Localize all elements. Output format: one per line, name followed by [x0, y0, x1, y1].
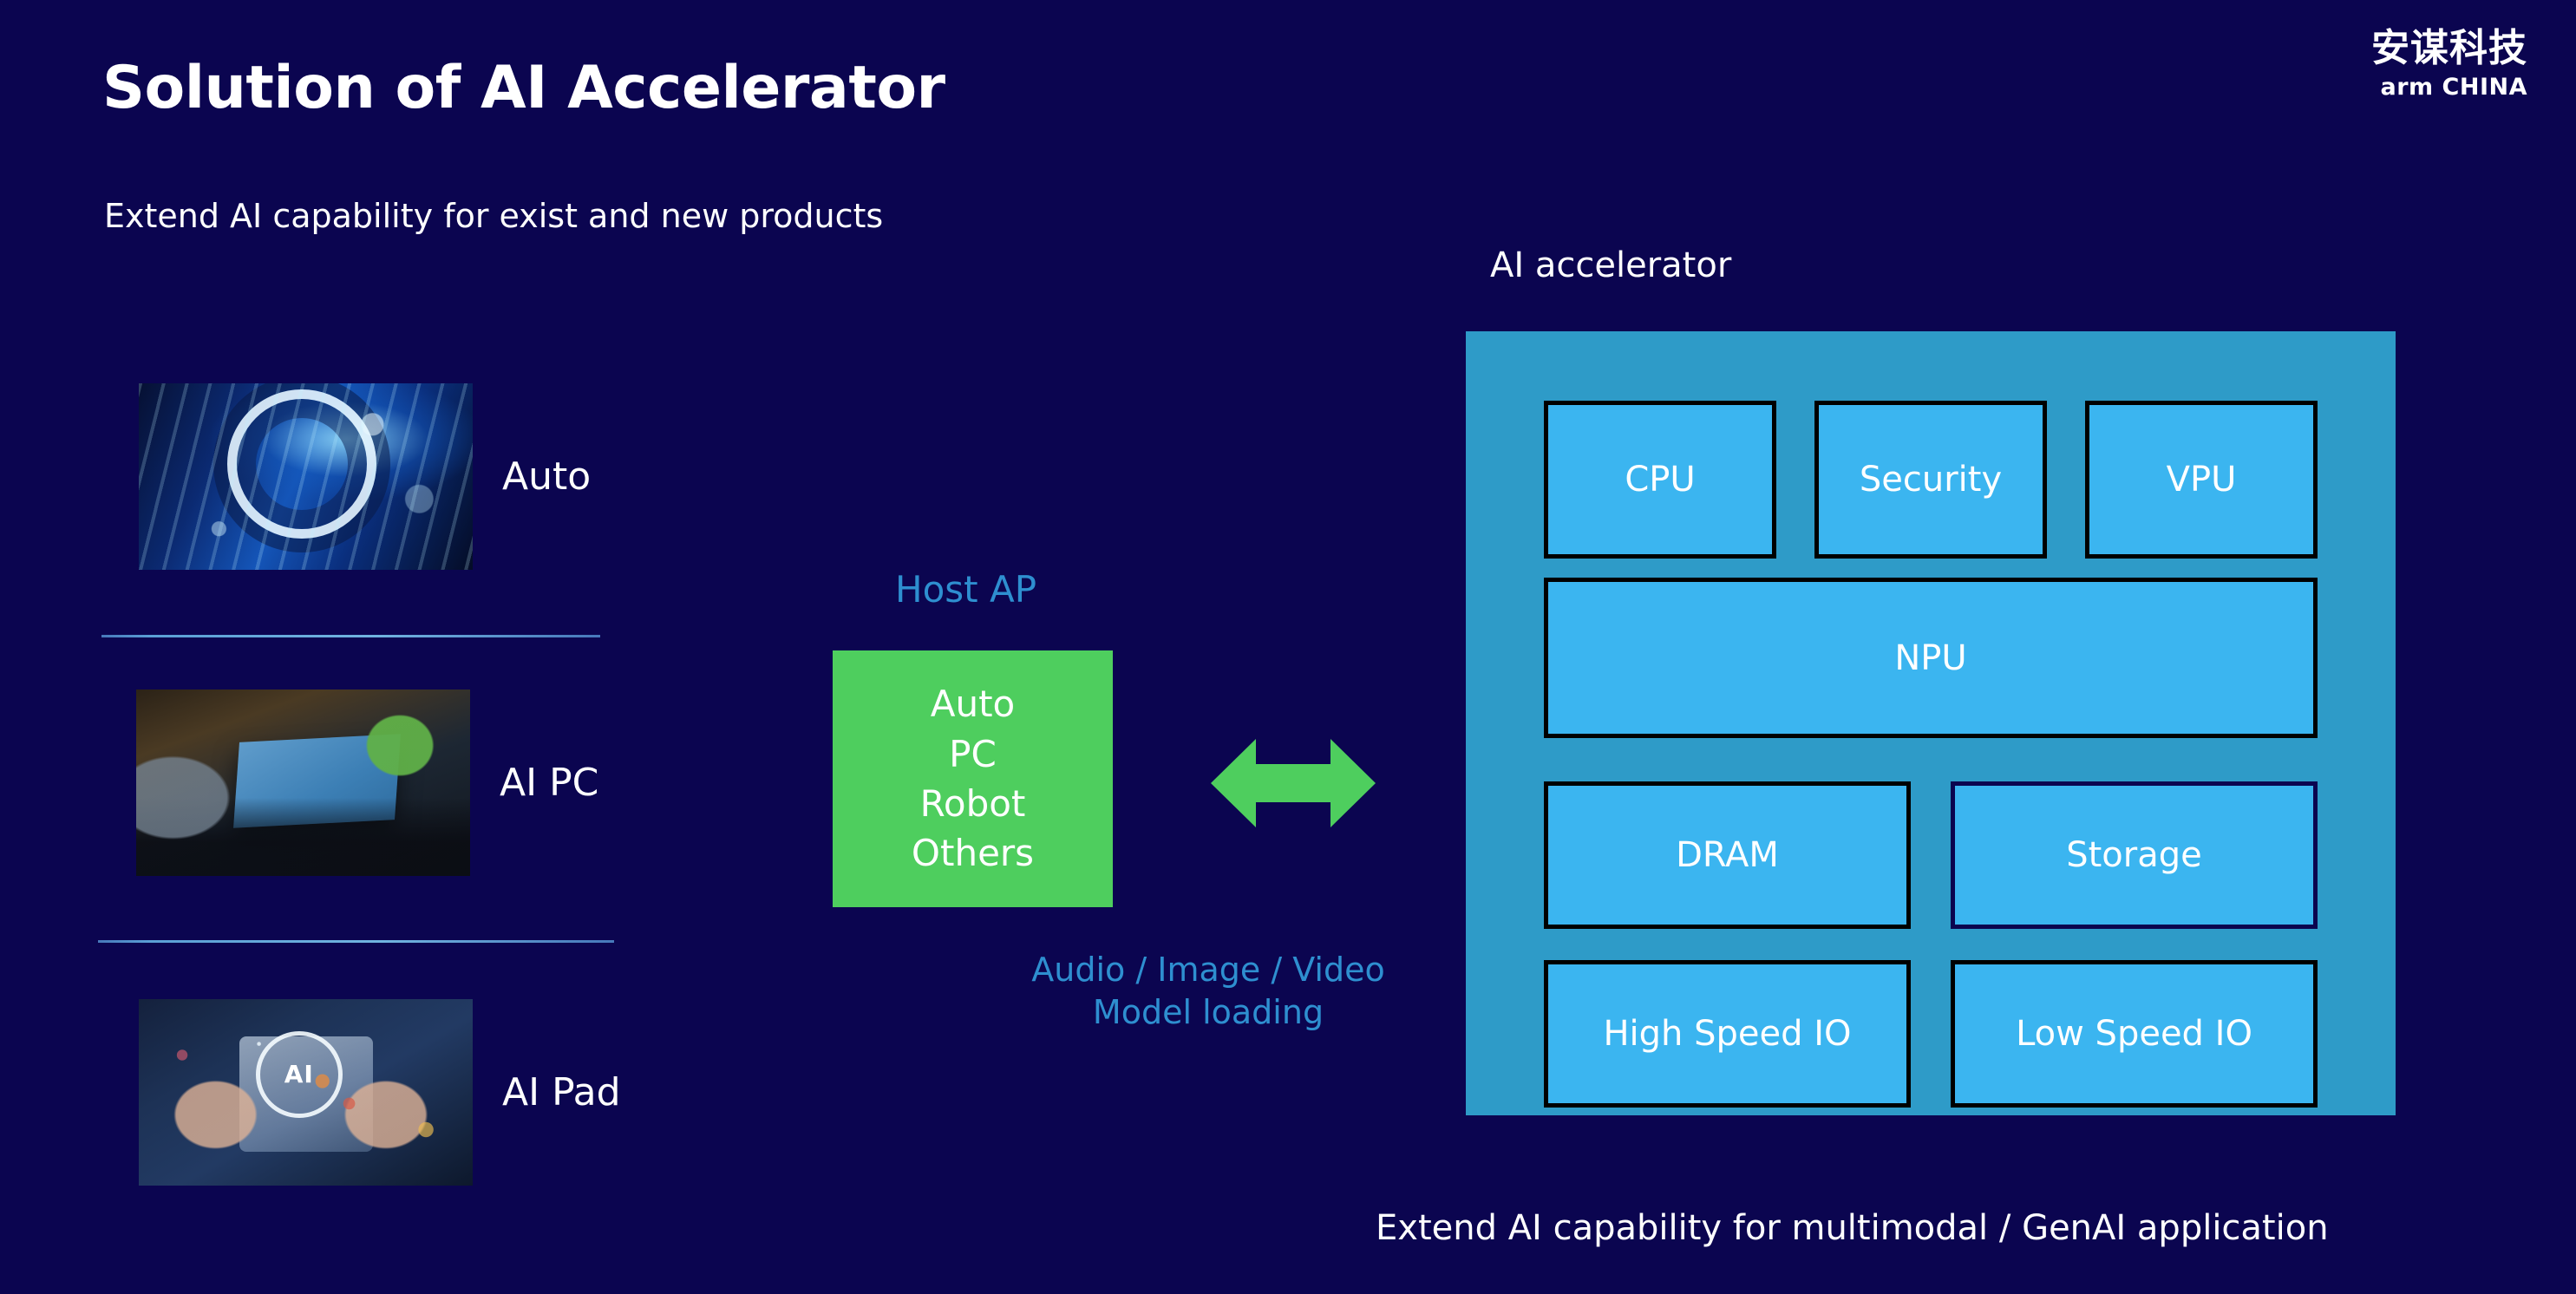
page-subtitle: Extend AI capability for exist and new p… [104, 197, 884, 235]
product-item-auto: Auto [139, 383, 591, 570]
product-label-auto: Auto [502, 454, 592, 499]
accelerator-block-cpu: CPU [1544, 401, 1776, 559]
product-item-ai-pc: AI PC [136, 689, 598, 876]
host-ap-notes-line-1: Audio / Image / Video [1031, 951, 1385, 989]
accelerator-block-vpu: VPU [2085, 401, 2318, 559]
host-ap-item-others: Others [911, 832, 1035, 875]
product-thumbnail-ai-pad: AI [139, 999, 473, 1186]
host-ap-item-robot: Robot [919, 782, 1026, 825]
accelerator-top-row: CPU Security VPU [1544, 401, 2318, 559]
product-thumbnail-ai-pc [136, 689, 470, 876]
product-label-ai-pad: AI Pad [502, 1070, 621, 1114]
accelerator-io-row: High Speed IO Low Speed IO [1544, 960, 2318, 1108]
host-ap-notes: Audio / Image / Video Model loading [944, 949, 1473, 1033]
accelerator-block-npu: NPU [1544, 578, 2318, 738]
accelerator-block-storage: Storage [1951, 781, 2318, 929]
ai-badge-icon: AI [255, 1030, 343, 1118]
host-ap-item-pc: PC [949, 732, 997, 775]
product-divider-1 [101, 635, 600, 637]
product-label-ai-pc: AI PC [500, 761, 599, 805]
accelerator-block-dram: DRAM [1544, 781, 1911, 929]
host-ap-box: Auto PC Robot Others [833, 650, 1113, 907]
product-divider-2 [98, 940, 614, 943]
host-ap-title: Host AP [895, 568, 1037, 611]
page-title: Solution of AI Accelerator [102, 54, 945, 122]
host-ap-notes-line-2: Model loading [1092, 992, 1324, 1031]
accelerator-caption: Extend AI capability for multimodal / Ge… [1376, 1208, 2329, 1248]
accelerator-memory-row: DRAM Storage [1544, 781, 2318, 929]
laptop-dashboard-image [136, 689, 470, 876]
tablet-in-hands-image: AI [139, 999, 473, 1186]
product-item-ai-pad: AI AI Pad [139, 999, 621, 1186]
bidirectional-arrow-icon [1211, 735, 1376, 834]
brand-logo-chinese: 安谋科技 [2371, 26, 2527, 70]
product-thumbnail-auto [139, 383, 473, 570]
brand-logo: 安谋科技 arm CHINA [2371, 26, 2527, 101]
automotive-cockpit-image [139, 383, 473, 570]
accelerator-title: AI accelerator [1490, 245, 1732, 285]
brand-logo-english: arm CHINA [2380, 74, 2527, 101]
host-ap-item-auto: Auto [930, 683, 1016, 726]
accelerator-block-low-speed-io: Low Speed IO [1951, 960, 2318, 1108]
accelerator-panel: CPU Security VPU NPU DRAM Storage High S… [1466, 331, 2396, 1115]
accelerator-block-high-speed-io: High Speed IO [1544, 960, 1911, 1108]
accelerator-block-security: Security [1814, 401, 2047, 559]
